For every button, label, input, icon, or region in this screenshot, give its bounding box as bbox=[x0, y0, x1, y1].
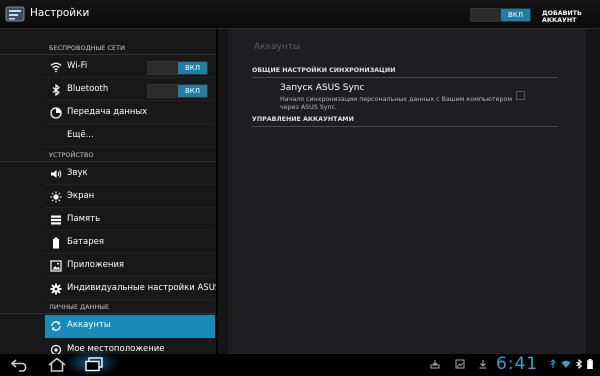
display-icon bbox=[50, 191, 62, 203]
sound-icon bbox=[51, 170, 62, 178]
toggle-on-label: ВКЛ bbox=[501, 9, 530, 21]
section-header-device: УСТРОЙСТВО bbox=[0, 149, 216, 162]
manage-accounts-header: УПРАВЛЕНИЕ АККАУНТАМИ bbox=[252, 116, 558, 127]
asus-sync-description: Начало синхронизации персональных данных… bbox=[280, 96, 513, 111]
accounts-card: Аккаунты ОБЩИЕ НАСТРОЙКИ СИНХРОНИЗАЦИИ З… bbox=[228, 29, 586, 354]
sidebar-item-sound[interactable]: Звук bbox=[45, 163, 215, 185]
back-icon[interactable] bbox=[10, 357, 30, 372]
sidebar-item-label: Экран bbox=[67, 191, 95, 201]
sidebar-item-label: Звук bbox=[67, 168, 88, 178]
accounts-sync-toggle[interactable]: ВКЛ bbox=[470, 8, 531, 22]
toggle-on-label: ВКЛ bbox=[178, 62, 207, 74]
sidebar-item-label: Батарея bbox=[67, 237, 104, 247]
sidebar-item-label: Ещё... bbox=[67, 130, 94, 140]
wifi-toggle[interactable]: ВКЛ bbox=[147, 61, 208, 75]
accounts-pane: Аккаунты ОБЩИЕ НАСТРОЙКИ СИНХРОНИЗАЦИИ З… bbox=[218, 29, 600, 354]
sidebar-item-label: Аккаунты bbox=[67, 320, 111, 330]
settings-app-icon[interactable] bbox=[5, 4, 25, 24]
add-account-button[interactable]: ДОБАВИТЬ АККАУНТ bbox=[542, 10, 600, 24]
sidebar-item-wifi[interactable]: Wi-Fi ВКЛ bbox=[45, 56, 215, 78]
asus-sync-title: Запуск ASUS Sync bbox=[280, 83, 365, 93]
sidebar-item-more[interactable]: Ещё... bbox=[45, 125, 215, 147]
sidebar-item-display[interactable]: Экран bbox=[45, 186, 215, 208]
sidebar-item-battery[interactable]: Батарея bbox=[45, 232, 215, 254]
page-title: Настройки bbox=[30, 7, 90, 19]
sidebar-item-storage[interactable]: Память bbox=[45, 209, 215, 231]
system-bar: 6:41 bbox=[0, 350, 600, 376]
sidebar-item-label: Индивидуальные настройки ASUS bbox=[67, 283, 216, 293]
wifi-signal-icon bbox=[561, 360, 571, 368]
recent-apps-icon[interactable] bbox=[84, 357, 104, 372]
pane-title: Аккаунты bbox=[254, 42, 301, 52]
section-header-personal: ЛИЧНЫЕ ДАННЫЕ bbox=[0, 301, 216, 314]
section-header-wireless: БЕСПРОВОДНЫЕ СЕТИ bbox=[0, 42, 216, 55]
sidebar-item-bluetooth[interactable]: Bluetooth ВКЛ bbox=[45, 79, 215, 101]
download-icon[interactable] bbox=[478, 359, 488, 369]
download-tray-icon[interactable] bbox=[430, 359, 440, 369]
sidebar-item-label: Bluetooth bbox=[67, 84, 109, 94]
battery-icon bbox=[53, 237, 59, 249]
bluetooth-toggle[interactable]: ВКЛ bbox=[147, 84, 208, 98]
sidebar-item-data-usage[interactable]: Передача данных bbox=[45, 102, 215, 124]
screenshot-icon[interactable] bbox=[455, 359, 465, 369]
clock: 6:41 bbox=[496, 354, 539, 374]
sync-icon bbox=[51, 321, 61, 331]
asus-sync-checkbox[interactable] bbox=[516, 91, 525, 100]
wifi-icon bbox=[50, 62, 62, 73]
apps-icon bbox=[50, 260, 62, 272]
sidebar-item-label: Передача данных bbox=[67, 107, 148, 117]
sidebar-item-label: Приложения bbox=[67, 260, 125, 270]
sidebar-item-asus-settings[interactable]: Индивидуальные настройки ASUS bbox=[45, 278, 216, 300]
usb-icon bbox=[550, 359, 556, 368]
action-bar: Настройки ВКЛ ДОБАВИТЬ АККАУНТ bbox=[0, 0, 600, 29]
storage-icon bbox=[51, 215, 61, 225]
general-sync-header: ОБЩИЕ НАСТРОЙКИ СИНХРОНИЗАЦИИ bbox=[252, 67, 558, 78]
sidebar-item-accounts[interactable]: Аккаунты bbox=[45, 315, 215, 338]
bluetooth-status-icon bbox=[576, 359, 583, 369]
sidebar-item-label: Память bbox=[67, 214, 101, 224]
data-usage-icon bbox=[50, 107, 62, 119]
location-icon bbox=[50, 344, 62, 354]
battery-status-icon bbox=[587, 359, 593, 369]
sidebar-item-label: Wi-Fi bbox=[67, 61, 88, 71]
settings-sidebar: БЕСПРОВОДНЫЕ СЕТИ Wi-Fi ВКЛ Bluetooth ВК… bbox=[0, 29, 216, 354]
sidebar-item-apps[interactable]: Приложения bbox=[45, 255, 215, 277]
bluetooth-icon bbox=[52, 84, 60, 96]
asus-settings-icon bbox=[50, 283, 62, 295]
toggle-on-label: ВКЛ bbox=[178, 85, 207, 97]
